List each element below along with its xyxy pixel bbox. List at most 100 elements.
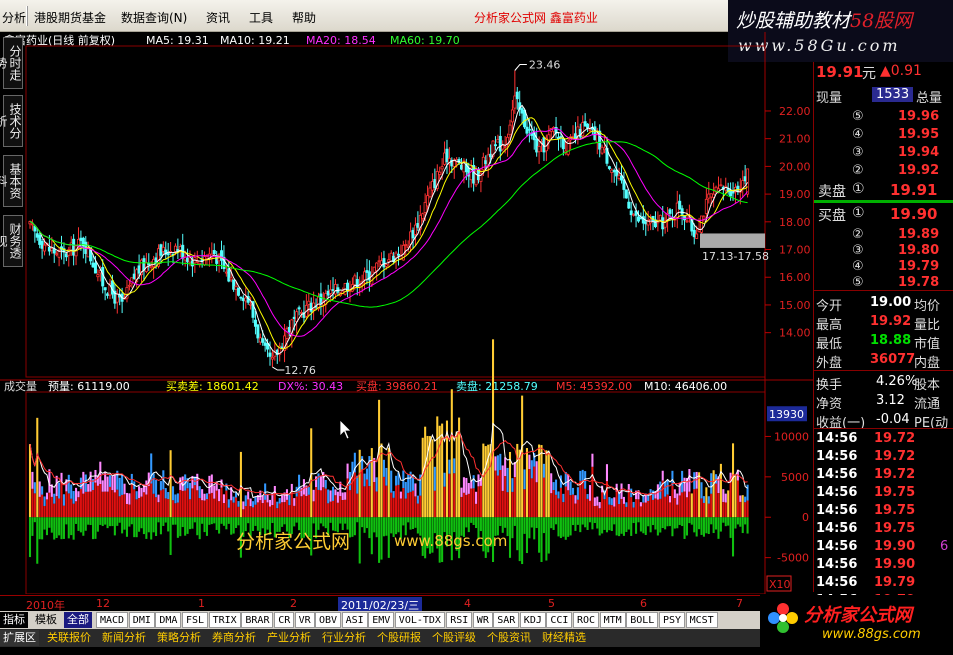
volume-neg-bar (324, 517, 327, 529)
tab-finance[interactable]: 财务透视 (0, 215, 23, 267)
volume-neg-bar (230, 517, 233, 535)
menu-help[interactable]: 帮助 (292, 9, 316, 26)
indicator-tab[interactable]: VOL-TDX (394, 612, 445, 628)
candle-body (300, 311, 304, 314)
date-label: 4 (464, 597, 471, 610)
indicator-tab[interactable]: MTM (599, 612, 626, 628)
price-tick-label: 22.00 (779, 105, 811, 118)
volume-neg-bar (108, 517, 112, 527)
indicator-tab[interactable]: KDJ (519, 612, 546, 628)
indicator-tab[interactable]: WR (472, 612, 493, 628)
volume-bar (167, 499, 170, 518)
volume-neg-bar (225, 517, 228, 530)
indicator-tab[interactable]: CR (274, 612, 295, 628)
candle-body (363, 271, 367, 281)
quote-price-unit: 元 (862, 66, 876, 82)
menu-hk-futures[interactable]: 港股期货基金 (34, 9, 106, 26)
tick-row[interactable]: 14:56 19.90 6 (814, 538, 953, 556)
indicator-tab[interactable]: MCST (685, 612, 718, 628)
volume-neg-bar (198, 517, 201, 540)
menu-analysis[interactable]: 分析 (2, 9, 26, 26)
volume-bar (433, 490, 436, 518)
indicator-tab[interactable]: ASI (341, 612, 368, 628)
indicator-tab[interactable]: TRIX (208, 612, 241, 628)
indicator-tab[interactable]: 全部 (64, 612, 92, 628)
menu-news[interactable]: 资讯 (206, 9, 230, 26)
tick-time: 14:56 (816, 575, 858, 590)
volume-bar (344, 492, 347, 500)
tick-row[interactable]: 14:56 19.72 (814, 448, 953, 466)
indicator-tab[interactable]: DMA (155, 612, 182, 628)
indicator-tab[interactable]: CCI (546, 612, 573, 628)
volume-bar (542, 463, 545, 478)
bid1-row[interactable]: 买盘 ① 19.90 (814, 204, 953, 224)
menu-tools[interactable]: 工具 (249, 9, 273, 26)
candle-body (452, 160, 456, 167)
volume-bar (208, 493, 211, 518)
tick-row[interactable]: 14:56 19.75 (814, 502, 953, 520)
indicator-tab[interactable]: BRAR (241, 612, 274, 628)
indicator-tab[interactable]: DMI (128, 612, 155, 628)
extension-tab[interactable]: 个股资讯 (484, 630, 534, 646)
high-annotation: 23.46 (529, 59, 561, 72)
volume-bar (288, 505, 291, 518)
tab-technical[interactable]: 技术分析 (0, 95, 23, 147)
indicator-tab[interactable]: MACD (96, 612, 129, 628)
indicator-tab[interactable]: ROC (573, 612, 600, 628)
tick-price: 19.72 (874, 449, 916, 464)
ask-level-row[interactable]: ③ 19.94 (814, 144, 953, 162)
extension-tab[interactable]: 券商分析 (209, 630, 259, 646)
volume-neg-bar (157, 517, 160, 523)
indicator-tab[interactable]: SAR (493, 612, 520, 628)
ask-level-row[interactable]: ② 19.92 (814, 162, 953, 180)
extension-tab[interactable]: 新闻分析 (99, 630, 149, 646)
volume-bar (671, 485, 674, 518)
volume-bar (237, 501, 240, 507)
indicator-tab[interactable]: 指标 (0, 612, 28, 628)
ask1-row[interactable]: 卖盘 ① 19.91 (814, 180, 953, 200)
indicator-tab[interactable]: EMV (368, 612, 395, 628)
tick-row[interactable]: 14:56 19.75 (814, 520, 953, 538)
extension-tab[interactable]: 策略分析 (154, 630, 204, 646)
chart-svg[interactable]: 14.00 15.00 16.00 17.00 18.00 19.00 20.00 21.00… (0, 32, 813, 594)
volume-bar (225, 490, 228, 518)
indicator-tab[interactable]: 模板 (32, 612, 60, 628)
stat-label: 今开 (816, 299, 843, 314)
volume-neg-bar (518, 517, 521, 562)
menu-data-query[interactable]: 数据查询(N) (121, 9, 187, 26)
extension-tab[interactable]: 关联报价 (44, 630, 94, 646)
candle-body (96, 274, 100, 278)
tab-intraday[interactable]: 分时走势 (0, 37, 23, 89)
volume-bar (70, 484, 73, 499)
quote-price-row: 19.91 元 ▲0.91 (814, 62, 953, 82)
tick-row[interactable]: 14:56 19.72 (814, 430, 953, 448)
indicator-tab[interactable]: VR (294, 612, 315, 628)
tick-row[interactable]: 14:56 19.75 (814, 484, 953, 502)
extension-tab[interactable]: 扩展区 (0, 630, 39, 646)
indicator-tab[interactable]: PSY (659, 612, 686, 628)
volume-dx: DX%: 30.43 (278, 380, 343, 393)
volume-bar (278, 503, 281, 518)
extension-tab[interactable]: 个股评级 (429, 630, 479, 646)
ask-level-row[interactable]: ⑤ 19.96 (814, 108, 953, 126)
ask-level-row[interactable]: ④ 19.95 (814, 126, 953, 144)
candle-body (72, 238, 76, 256)
ma10-value: MA10: 19.21 (220, 34, 290, 47)
extension-tab[interactable]: 财经精选 (539, 630, 589, 646)
volume-neg-bar (208, 517, 211, 525)
extension-tab[interactable]: 行业分析 (319, 630, 369, 646)
kline-chart[interactable]: 14.00 15.00 16.00 17.00 18.00 19.00 20.00 21.00… (0, 32, 813, 594)
extension-tab[interactable]: 个股研报 (374, 630, 424, 646)
tab-fundamentals[interactable]: 基本资料 (0, 155, 23, 207)
tick-row[interactable]: 14:56 19.72 (814, 466, 953, 484)
tick-row[interactable]: 14:56 19.90 (814, 556, 953, 574)
volume-bar (472, 475, 475, 489)
tick-row[interactable]: 14:56 19.79 (814, 574, 953, 592)
extension-tab[interactable]: 产业分析 (264, 630, 314, 646)
indicator-tab[interactable]: RSI (446, 612, 473, 628)
indicator-tab[interactable]: BOLL (626, 612, 659, 628)
volume-bar (676, 493, 679, 505)
indicator-tab[interactable]: FSL (182, 612, 209, 628)
stat2-row: 换手 4.26% 股本 (814, 373, 953, 393)
indicator-tab[interactable]: OBV (315, 612, 342, 628)
